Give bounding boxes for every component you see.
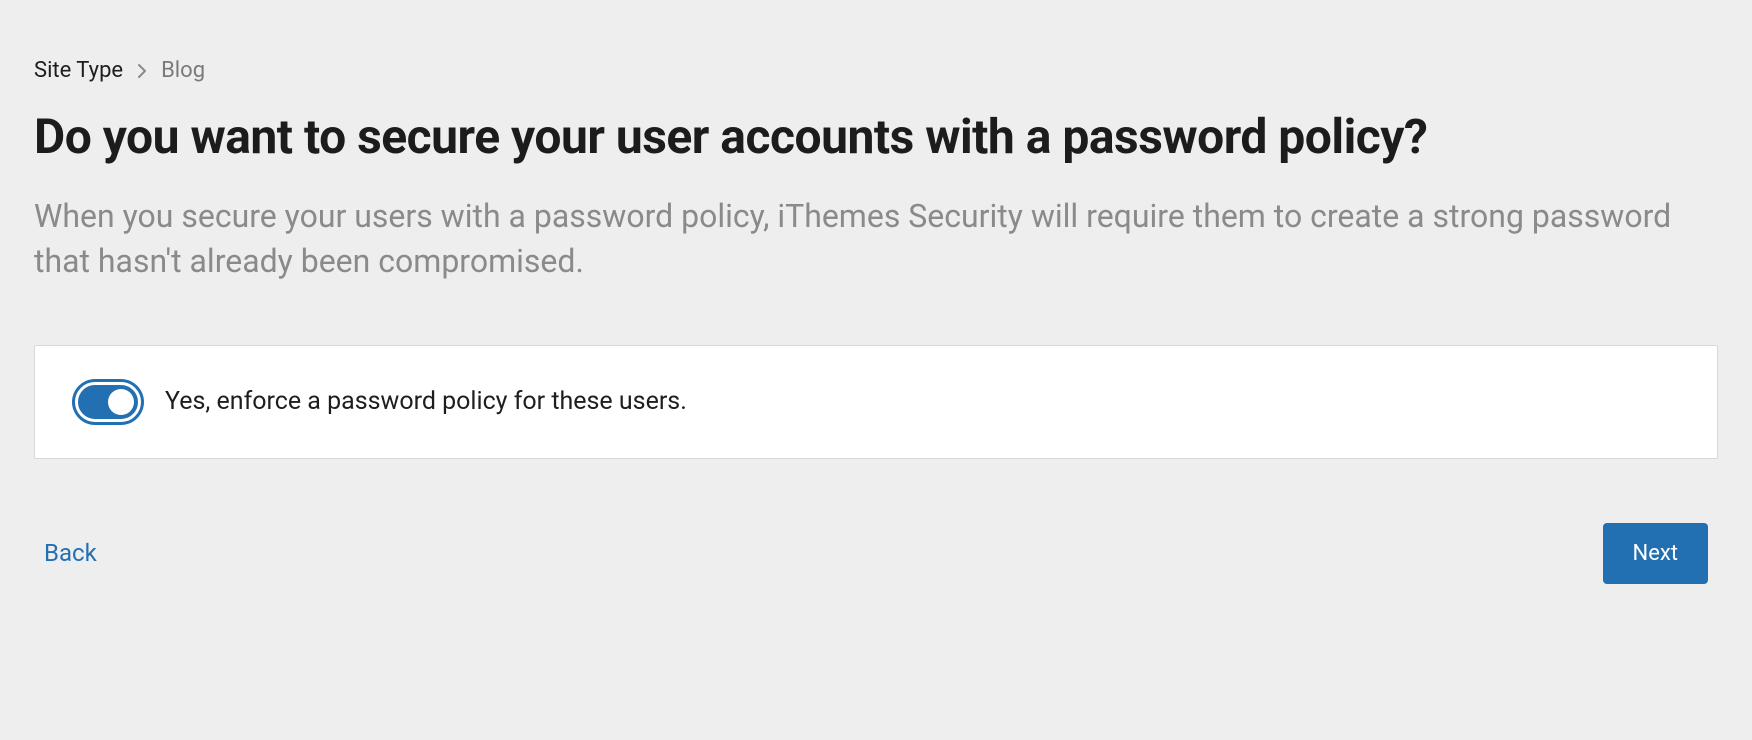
page-subtitle: When you secure your users with a passwo… [34, 194, 1714, 285]
breadcrumb: Site Type Blog [34, 58, 1718, 83]
back-button[interactable]: Back [44, 539, 97, 567]
next-button[interactable]: Next [1603, 523, 1708, 584]
toggle-knob [108, 389, 134, 415]
enforce-password-policy-toggle[interactable] [75, 382, 141, 422]
page-title: Do you want to secure your user accounts… [34, 111, 1718, 164]
toggle-label: Yes, enforce a password policy for these… [165, 387, 687, 416]
breadcrumb-parent[interactable]: Site Type [34, 58, 123, 83]
password-policy-card: Yes, enforce a password policy for these… [34, 345, 1718, 459]
footer-nav: Back Next [34, 523, 1718, 584]
breadcrumb-current: Blog [161, 58, 205, 83]
chevron-right-icon [137, 63, 147, 79]
